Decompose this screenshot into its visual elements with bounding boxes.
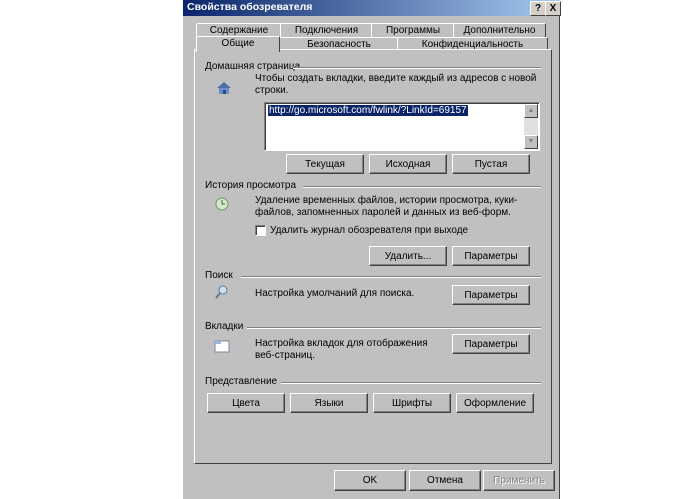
cancel-button[interactable]: Отмена: [409, 470, 481, 491]
appearance-group-title: Представление: [205, 376, 278, 387]
design-button[interactable]: Оформление: [456, 393, 534, 413]
general-tab-panel: Домашняя страница Чтобы создать вкладки,…: [194, 49, 552, 464]
history-settings-button[interactable]: Параметры: [452, 246, 530, 266]
languages-button[interactable]: Языки: [290, 393, 368, 413]
tab-programs[interactable]: Программы: [371, 23, 455, 38]
history-description: Удаление временных файлов, истории просм…: [255, 195, 518, 218]
help-button[interactable]: ?: [530, 1, 546, 16]
apply-button[interactable]: Применить: [483, 470, 555, 491]
delete-history-on-exit-label[interactable]: Удалить журнал обозревателя при выходе: [270, 225, 468, 237]
tab-connections[interactable]: Подключения: [280, 23, 373, 38]
tabs-divider: [247, 327, 541, 329]
close-button[interactable]: X: [545, 1, 561, 16]
appearance-divider: [281, 382, 541, 384]
scroll-up-icon[interactable]: ▲: [524, 104, 538, 118]
ok-button[interactable]: OK: [334, 470, 406, 491]
internet-options-dialog: Свойства обозревателя ? X Содержание Под…: [183, 0, 561, 499]
tab-general[interactable]: Общие: [196, 36, 280, 52]
history-group-title: История просмотра: [205, 180, 297, 191]
home-url-text: http://go.microsoft.com/fwlink/?LinkId=6…: [268, 105, 468, 116]
home-description: Чтобы создать вкладки, введите каждый из…: [255, 73, 537, 96]
tabs-icon: [214, 340, 230, 353]
tabs-group-title: Вкладки: [205, 321, 244, 332]
fonts-button[interactable]: Шрифты: [373, 393, 451, 413]
search-group-title: Поиск: [205, 270, 233, 281]
home-divider: [293, 67, 541, 69]
history-delete-button[interactable]: Удалить...: [369, 246, 447, 266]
search-divider: [241, 276, 541, 278]
tabs-settings-button[interactable]: Параметры: [452, 334, 530, 354]
home-url-textarea[interactable]: http://go.microsoft.com/fwlink/?LinkId=6…: [264, 102, 540, 151]
scroll-down-icon[interactable]: ▼: [524, 135, 538, 149]
textarea-scrollbar[interactable]: ▲ ▼: [524, 104, 538, 149]
search-description: Настройка умолчаний для поиска.: [255, 288, 415, 299]
search-settings-button[interactable]: Параметры: [452, 285, 530, 305]
home-icon: [217, 82, 231, 94]
home-current-button[interactable]: Текущая: [286, 154, 364, 174]
window-title: Свойства обозревателя: [187, 1, 313, 13]
home-blank-button[interactable]: Пустая: [452, 154, 530, 174]
home-group-title: Домашняя страница: [205, 61, 301, 72]
history-divider: [303, 186, 541, 188]
tabs-description: Настройка вкладок для отображения веб-ст…: [255, 338, 428, 361]
tab-advanced[interactable]: Дополнительно: [453, 23, 546, 38]
colors-button[interactable]: Цвета: [207, 393, 285, 413]
search-icon: [215, 285, 228, 299]
home-default-button[interactable]: Исходная: [369, 154, 447, 174]
delete-history-on-exit-checkbox[interactable]: [255, 225, 266, 236]
title-bar[interactable]: Свойства обозревателя ? X: [183, 0, 561, 16]
history-icon: [215, 197, 229, 211]
